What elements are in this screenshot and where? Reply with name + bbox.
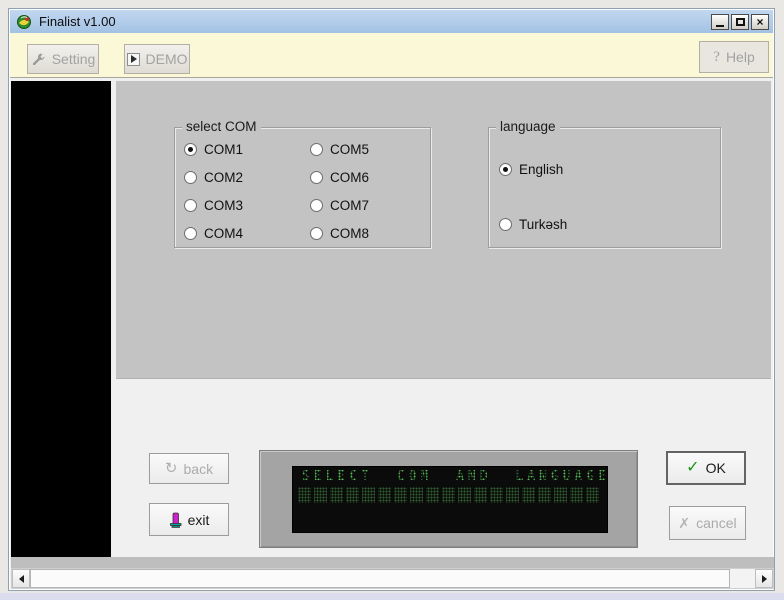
radio-com7[interactable]: COM7 (310, 198, 369, 213)
radio-label-english[interactable]: English (519, 162, 563, 177)
minimize-button[interactable] (711, 14, 729, 30)
radio-label-com6[interactable]: COM6 (330, 170, 369, 185)
question-mark-icon: ? (713, 49, 720, 66)
radio-circle-com2[interactable] (184, 171, 197, 184)
radio-circle-com1[interactable] (184, 143, 197, 156)
setting-icon (31, 52, 46, 67)
left-black-panel (11, 81, 111, 557)
radio-label-com4[interactable]: COM4 (204, 226, 243, 241)
setting-button[interactable]: Setting (27, 44, 99, 74)
ok-button[interactable]: ✓ OK (666, 451, 746, 485)
radio-english[interactable]: English (499, 162, 563, 177)
language-groupbox: language English Turkəsh (488, 127, 721, 248)
close-button[interactable]: × (751, 14, 769, 30)
radio-com2[interactable]: COM2 (184, 170, 243, 185)
radio-com8[interactable]: COM8 (310, 226, 369, 241)
maximize-icon (736, 18, 745, 26)
scrollbar-track[interactable] (30, 569, 755, 588)
radio-label-turkish[interactable]: Turkəsh (519, 217, 567, 232)
radio-circle-com6[interactable] (310, 171, 323, 184)
scrollbar-thumb[interactable] (30, 569, 730, 588)
demo-button[interactable]: DEMO (124, 44, 190, 74)
maximize-button[interactable] (731, 14, 749, 30)
radio-com3[interactable]: COM3 (184, 198, 243, 213)
led-display-screen: SELECT COM AND LANGUAGE (292, 466, 608, 533)
select-com-group-title: select COM (182, 119, 261, 134)
radio-circle-com3[interactable] (184, 199, 197, 212)
language-group-title: language (496, 119, 560, 134)
radio-label-com2[interactable]: COM2 (204, 170, 243, 185)
refresh-arrows-icon: ↻ (165, 461, 178, 476)
radio-circle-turkish[interactable] (499, 218, 512, 231)
app-window: Finalist v1.00 × Setting DEMO ? Help sel… (8, 8, 775, 591)
radio-turkish[interactable]: Turkəsh (499, 217, 567, 232)
radio-label-com7[interactable]: COM7 (330, 198, 369, 213)
radio-circle-com4[interactable] (184, 227, 197, 240)
back-button[interactable]: ↻ back (149, 453, 229, 484)
titlebar: Finalist v1.00 × (10, 10, 773, 33)
left-arrow-icon (19, 575, 24, 583)
scroll-left-button[interactable] (12, 569, 30, 588)
window-title: Finalist v1.00 (39, 14, 116, 29)
horizontal-scrollbar[interactable] (11, 568, 774, 589)
radio-label-com8[interactable]: COM8 (330, 226, 369, 241)
desktop-edge (0, 593, 784, 600)
setting-button-label: Setting (52, 51, 96, 67)
cancel-button-label: cancel (696, 515, 736, 531)
demo-button-label: DEMO (146, 51, 188, 67)
radio-circle-com5[interactable] (310, 143, 323, 156)
window-controls: × (711, 14, 769, 30)
radio-com1[interactable]: COM1 (184, 142, 243, 157)
exit-door-icon (169, 512, 182, 528)
radio-com5[interactable]: COM5 (310, 142, 369, 157)
toolbar: Setting DEMO ? Help (10, 33, 773, 78)
help-button[interactable]: ? Help (699, 41, 769, 73)
led-dim-segment-row (298, 487, 602, 503)
radio-label-com1[interactable]: COM1 (204, 142, 243, 157)
radio-circle-com7[interactable] (310, 199, 323, 212)
right-arrow-icon (762, 575, 767, 583)
radio-label-com3[interactable]: COM3 (204, 198, 243, 213)
back-button-label: back (184, 461, 214, 477)
led-message-text: SELECT COM AND LANGUAGE (302, 469, 608, 484)
led-display-bezel: SELECT COM AND LANGUAGE (259, 450, 638, 548)
help-button-label: Help (726, 49, 755, 65)
exit-button[interactable]: exit (149, 503, 229, 536)
radio-com4[interactable]: COM4 (184, 226, 243, 241)
radio-label-com5[interactable]: COM5 (330, 142, 369, 157)
minimize-icon (716, 25, 724, 27)
main-settings-panel: select COM COM1 COM2 COM3 COM4 COM5 (116, 81, 771, 379)
close-icon: × (756, 16, 763, 28)
ok-button-label: OK (706, 460, 726, 476)
radio-com6[interactable]: COM6 (310, 170, 369, 185)
radio-circle-english[interactable] (499, 163, 512, 176)
select-com-groupbox: select COM COM1 COM2 COM3 COM4 COM5 (174, 127, 431, 248)
radio-circle-com8[interactable] (310, 227, 323, 240)
cancel-button[interactable]: ✗ cancel (669, 506, 746, 540)
exit-button-label: exit (188, 512, 210, 528)
app-icon (16, 14, 32, 30)
play-icon (127, 53, 140, 66)
status-band (11, 557, 774, 568)
x-icon: ✗ (678, 516, 690, 530)
scroll-right-button[interactable] (755, 569, 773, 588)
checkmark-icon: ✓ (686, 460, 699, 476)
